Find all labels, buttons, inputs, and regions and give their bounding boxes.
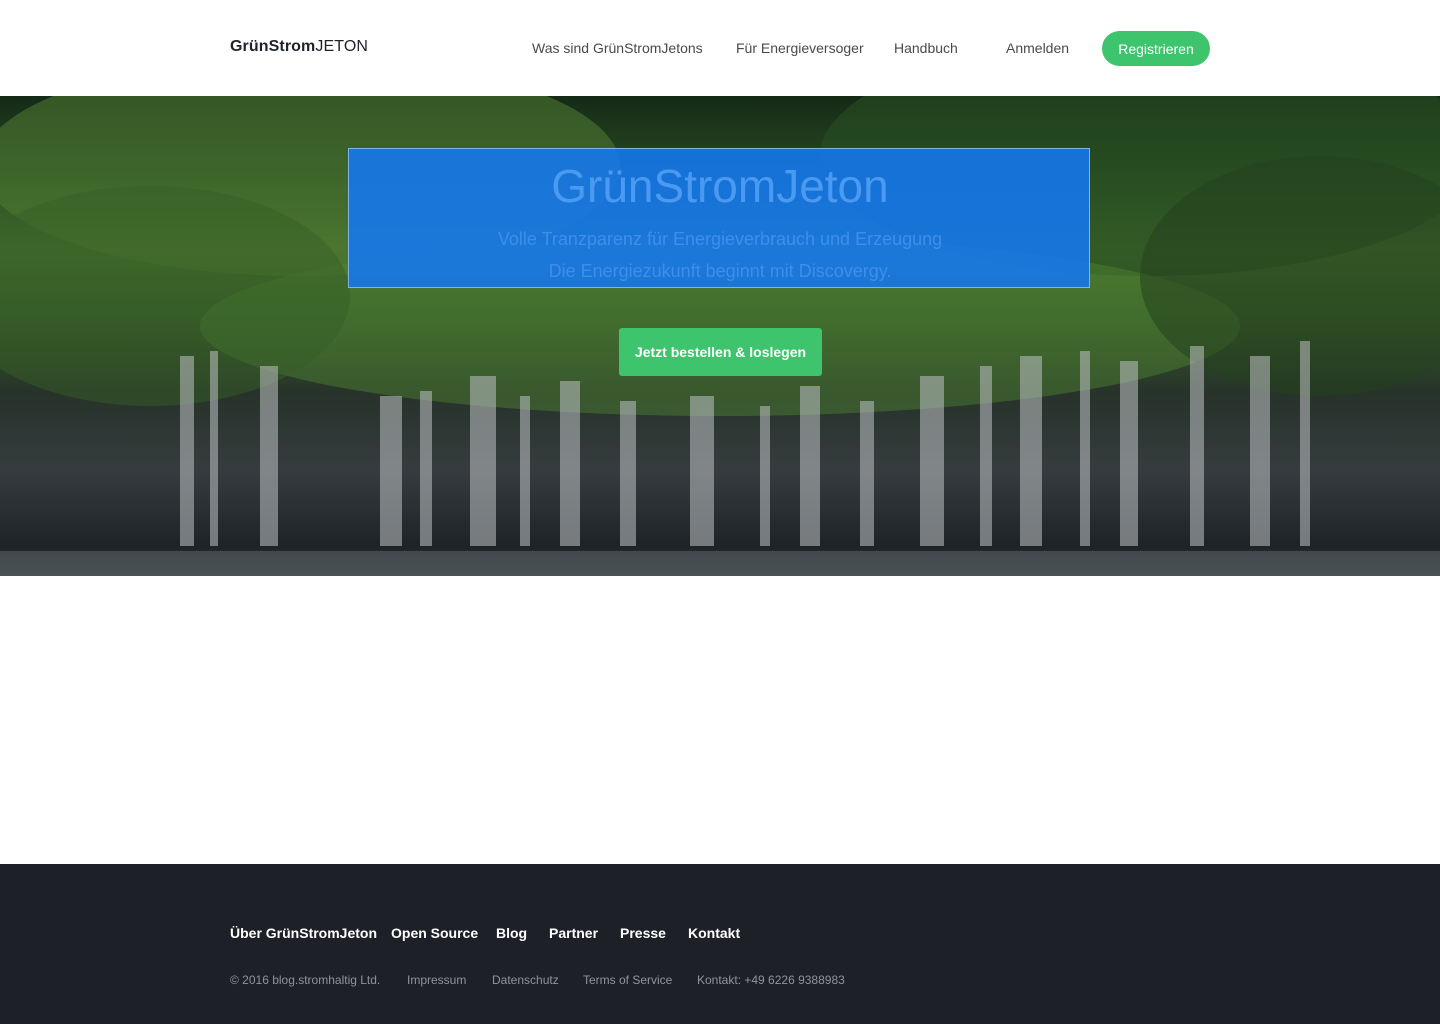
main-content-area [0,576,1440,864]
footer-contact-phone: Kontakt: +49 6226 9388983 [697,973,845,987]
footer-link-blog[interactable]: Blog [496,925,527,941]
logo-light-text: JETON [315,38,369,55]
logo-bold-text: GrünStrom [230,38,316,55]
footer-link-presse[interactable]: Presse [620,925,666,941]
hero-section: GrünStromJeton Volle Tranzparenz für Ene… [0,96,1440,576]
nav-link-handbuch[interactable]: Handbuch [894,40,958,56]
hero-text-box: GrünStromJeton Volle Tranzparenz für Ene… [348,148,1090,288]
site-header: GrünStromJETON Was sind GrünStromJetons … [0,0,1440,96]
footer-link-open-source[interactable]: Open Source [391,925,478,941]
nav-link-energieversorger[interactable]: Für Energieversoger [736,40,864,56]
logo[interactable]: GrünStromJETON [230,38,368,56]
hero-title: GrünStromJeton [551,160,889,212]
register-button[interactable]: Registrieren [1102,31,1210,66]
footer-link-kontakt[interactable]: Kontakt [688,925,740,941]
nav-link-anmelden[interactable]: Anmelden [1006,40,1069,56]
hero-subtitle-line2: Die Energiezukunft beginnt mit Discoverg… [548,261,892,281]
footer-link-ueber[interactable]: Über GrünStromJeton [230,925,377,941]
site-footer: Über GrünStromJeton Open Source Blog Par… [0,864,1440,1024]
order-now-button[interactable]: Jetzt bestellen & loslegen [619,328,822,376]
hero-subtitle-line1: Volle Tranzparenz für Energieverbrauch u… [497,229,943,249]
footer-link-impressum[interactable]: Impressum [407,973,466,987]
footer-link-terms[interactable]: Terms of Service [583,973,672,987]
nav-link-was-sind[interactable]: Was sind GrünStromJetons [532,40,703,56]
footer-link-partner[interactable]: Partner [549,925,598,941]
footer-copyright: © 2016 blog.stromhaltig Ltd. [230,973,381,987]
footer-link-datenschutz[interactable]: Datenschutz [492,973,559,987]
